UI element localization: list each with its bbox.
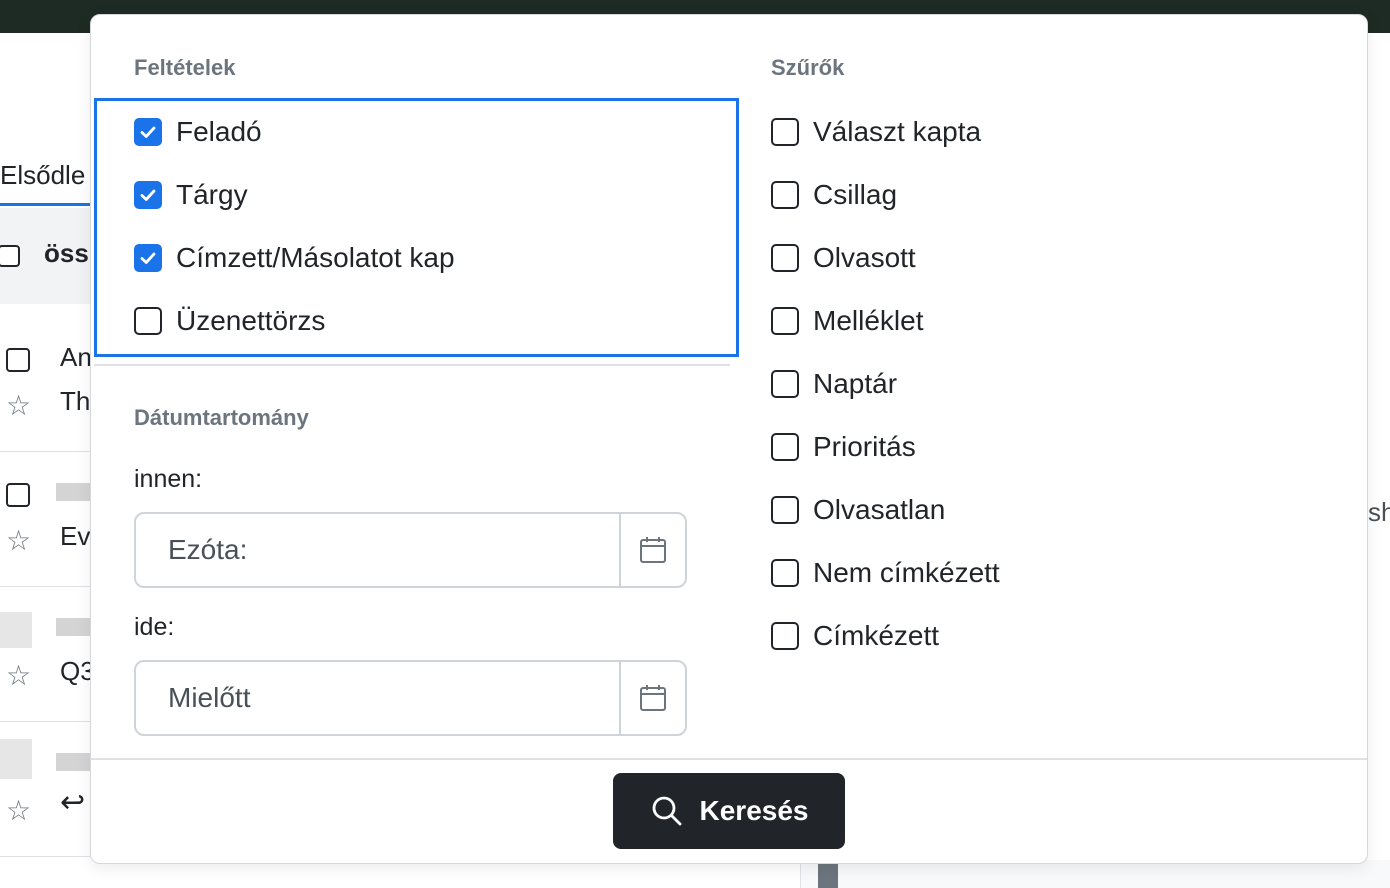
mail-list-item[interactable]: ☆ An Th — [0, 320, 92, 452]
checkbox-unchecked-icon[interactable] — [771, 118, 799, 146]
blurred-sender — [56, 753, 92, 771]
tab-active-underline — [0, 203, 92, 206]
to-date-input[interactable]: Mielőtt — [134, 660, 687, 736]
blurred-avatar — [0, 739, 32, 779]
condition-label: Címzett/Másolatot kap — [176, 242, 455, 273]
reading-pane-background — [800, 860, 1390, 888]
filter-label: Olvasatlan — [813, 494, 946, 525]
checkbox-unchecked-icon[interactable] — [771, 244, 799, 272]
section-divider — [94, 364, 730, 366]
from-date-input[interactable]: Ezóta: — [134, 512, 687, 588]
tab-primary[interactable]: Elsődle — [0, 150, 92, 206]
checkbox-unchecked-icon[interactable] — [771, 181, 799, 209]
filter-replied[interactable]: Választ kapta — [771, 114, 981, 150]
filter-label: Címkézett — [813, 620, 940, 651]
filter-label: Választ kapta — [813, 116, 982, 147]
search-icon — [652, 796, 681, 826]
condition-label: Feladó — [176, 116, 262, 147]
to-date-label: ide: — [134, 613, 175, 641]
to-date-placeholder[interactable]: Mielőtt — [136, 662, 619, 734]
select-all-checkbox[interactable] — [0, 245, 20, 267]
filter-labeled[interactable]: Címkézett — [771, 618, 939, 654]
checkbox-unchecked-icon[interactable] — [771, 370, 799, 398]
checkbox-unchecked-icon[interactable] — [134, 307, 162, 335]
checkbox-unchecked-icon[interactable] — [771, 433, 799, 461]
blurred-sender — [56, 618, 92, 636]
star-icon[interactable]: ☆ — [6, 797, 31, 825]
calendar-icon[interactable] — [619, 662, 685, 734]
filter-label: Naptár — [813, 368, 898, 399]
filter-label: Melléklet — [813, 305, 924, 336]
search-button[interactable]: Keresés — [613, 773, 845, 849]
mail-list-item[interactable]: ☆ Ev — [0, 455, 92, 587]
filter-label: Nem címkézett — [813, 557, 1000, 588]
calendar-icon[interactable] — [619, 514, 685, 586]
condition-label: Tárgy — [176, 179, 248, 210]
mail-select-checkbox[interactable] — [6, 348, 30, 372]
search-button-label: Keresés — [699, 795, 809, 826]
filter-read[interactable]: Olvasott — [771, 240, 916, 276]
select-all-label: öss — [44, 238, 89, 268]
tab-primary-label: Elsődle — [0, 160, 86, 190]
scrollbar-thumb[interactable] — [818, 862, 838, 888]
filter-attachment[interactable]: Melléklet — [771, 303, 923, 339]
condition-label: Üzenettörzs — [176, 305, 326, 336]
advanced-search-dialog: Feltételek Feladó Tárgy Címzett/Másolato… — [90, 14, 1368, 864]
select-all-row: öss — [0, 208, 92, 304]
condition-recipient[interactable]: Címzett/Másolatot kap — [134, 240, 455, 276]
filters-title: Szűrők — [771, 55, 845, 80]
condition-body[interactable]: Üzenettörzs — [134, 303, 325, 339]
mail-sender: An — [60, 342, 92, 372]
blurred-avatar — [0, 612, 32, 648]
star-icon[interactable]: ☆ — [6, 662, 31, 690]
filter-unread[interactable]: Olvasatlan — [771, 492, 945, 528]
dialog-footer-divider — [91, 758, 1367, 760]
date-range-title: Dátumtartomány — [134, 405, 309, 430]
conditions-title: Feltételek — [134, 55, 236, 80]
condition-sender[interactable]: Feladó — [134, 114, 262, 150]
checkbox-unchecked-icon[interactable] — [771, 622, 799, 650]
mail-list-item[interactable]: ☆ Q3 — [0, 590, 95, 722]
checkbox-checked-icon[interactable] — [134, 181, 162, 209]
from-date-label: innen: — [134, 465, 203, 493]
mail-subject: Ev — [60, 521, 91, 551]
filter-label: Olvasott — [813, 242, 916, 273]
from-date-placeholder[interactable]: Ezóta: — [136, 514, 619, 586]
filter-label: Csillag — [813, 179, 898, 210]
checkbox-unchecked-icon[interactable] — [771, 307, 799, 335]
filter-priority[interactable]: Prioritás — [771, 429, 916, 465]
mail-select-checkbox[interactable] — [6, 483, 30, 507]
filter-unlabeled[interactable]: Nem címkézett — [771, 555, 1000, 591]
checkbox-checked-icon[interactable] — [134, 118, 162, 146]
star-icon[interactable]: ☆ — [6, 392, 31, 420]
filter-label: Prioritás — [813, 431, 916, 462]
star-icon[interactable]: ☆ — [6, 527, 31, 555]
checkbox-checked-icon[interactable] — [134, 244, 162, 272]
checkbox-unchecked-icon[interactable] — [771, 496, 799, 524]
mail-list-item[interactable]: ☆ ↩ — [0, 725, 92, 857]
reply-icon: ↩ — [60, 786, 86, 819]
mail-subject: Th — [60, 386, 91, 416]
blurred-sender — [56, 483, 92, 501]
filter-calendar[interactable]: Naptár — [771, 366, 897, 402]
reading-pane-fragment: sh — [1368, 497, 1390, 527]
checkbox-unchecked-icon[interactable] — [771, 559, 799, 587]
condition-subject[interactable]: Tárgy — [134, 177, 248, 213]
filter-starred[interactable]: Csillag — [771, 177, 897, 213]
